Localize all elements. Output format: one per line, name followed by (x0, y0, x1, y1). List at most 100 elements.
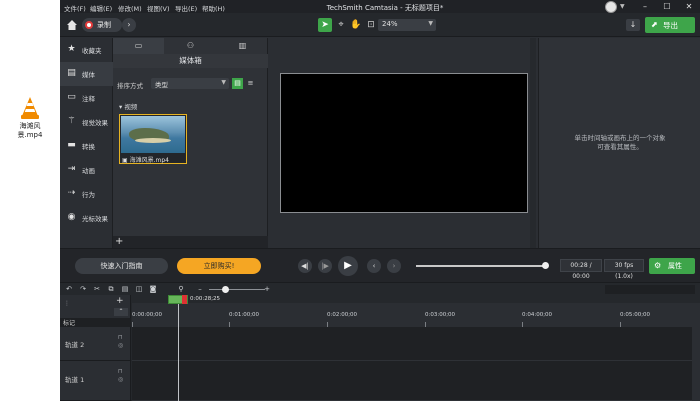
pan-hand-icon[interactable]: ✋ (349, 18, 363, 32)
sidebar-item-visual-effects[interactable]: ⚚ 视觉效果 (60, 110, 113, 134)
select-tool-icon[interactable]: ➤ (318, 18, 332, 32)
zoom-value: 24% (382, 20, 398, 28)
sidebar-item-annotations[interactable]: ▭ 注释 (60, 86, 113, 110)
sort-select[interactable]: 类型 ▼ (151, 78, 229, 89)
undo-icon[interactable]: ↶ (64, 284, 74, 295)
redo-icon[interactable]: ↷ (78, 284, 88, 295)
maximize-icon[interactable]: ☐ (656, 0, 678, 13)
track-lanes (132, 327, 700, 401)
zoom-in-icon[interactable]: + (262, 284, 272, 295)
playback-bar: 快速入门指南 立即购买! ◀| |▶ ▶ ‹ › 00:28 / 00:00 3… (60, 248, 700, 282)
play-icon[interactable]: ▶ (338, 256, 358, 276)
sidebar-item-label: 注释 (82, 95, 95, 103)
scrubber-handle[interactable] (542, 262, 549, 269)
playhead-out-marker[interactable] (182, 295, 187, 304)
playhead-time: 0:00:28;25 (190, 296, 221, 302)
tools-sidebar: ★ 收藏夹 ▤ 媒体 ▭ 注释 ⚚ 视觉效果 ▬ 转换 ⇥ 动画 ⇢ 行为 ◉ (60, 38, 113, 286)
playback-scrubber[interactable] (416, 262, 549, 269)
step-back-icon[interactable]: ◀| (298, 259, 312, 273)
collapse-chevron-icon[interactable]: ⌃ (114, 308, 128, 316)
sidebar-item-favorites[interactable]: ★ 收藏夹 (60, 38, 113, 62)
desktop-file-vlc[interactable]: 海滩风景.mp4 (12, 96, 48, 140)
search-icon[interactable]: ⚲ (176, 284, 186, 295)
download-arrow-icon[interactable]: ↓ (626, 19, 640, 31)
canvas-scrollbar[interactable] (530, 38, 536, 248)
visibility-icon[interactable]: ◎ (118, 377, 123, 383)
sidebar-item-animations[interactable]: ⇥ 动画 (60, 158, 113, 182)
list-view-icon[interactable]: ≡ (245, 78, 256, 89)
copy-icon[interactable]: ⧉ (106, 284, 116, 295)
video-file-icon: ▣ (122, 157, 128, 164)
menu-export[interactable]: 导出(E) (175, 3, 197, 13)
next-icon[interactable]: › (387, 259, 401, 273)
split-icon[interactable]: ◫ (134, 284, 144, 295)
marker-row[interactable]: 标记 (60, 318, 131, 327)
ruler-label: 0:01:00;00 (229, 312, 260, 318)
sidebar-item-behaviors[interactable]: ⇢ 行为 (60, 182, 113, 206)
preview-canvas[interactable] (280, 73, 528, 213)
record-options-chevron-icon[interactable]: › (122, 18, 136, 32)
properties-hint: 单击时间轴或画布上的一个对象 可查看其属性。 (539, 134, 700, 152)
thumbnail-view-icon[interactable]: ▤ (232, 78, 243, 89)
tab-stock[interactable]: ▥ (217, 38, 268, 54)
timeline-scroll-overview[interactable] (605, 285, 695, 294)
lock-icon[interactable]: ⊓ (118, 369, 123, 375)
crop-tool-icon[interactable]: ⊡ (364, 18, 378, 32)
zoom-select[interactable]: 24% ▼ (378, 19, 436, 31)
tab-library[interactable]: ⚇ (165, 38, 216, 54)
bin-tabs: ▭ ⚇ ▥ (113, 38, 268, 54)
record-button[interactable]: 录制 (82, 18, 122, 32)
menu-view[interactable]: 视图(V) (147, 3, 170, 13)
timeline-ruler[interactable]: 0:00:00;00 0:01:00;00 0:02:00;00 0:03:00… (132, 303, 700, 327)
cut-icon[interactable]: ✂ (92, 284, 102, 295)
window-title: TechSmith Camtasia - 无标题项目* (326, 4, 444, 12)
timeline-zoom-handle[interactable] (222, 286, 229, 293)
track-lane-1[interactable] (132, 361, 700, 401)
menu-modify[interactable]: 修改(M) (118, 3, 142, 13)
add-media-icon[interactable]: + (115, 236, 123, 248)
menu-file[interactable]: 文件(F) (64, 3, 86, 13)
ruler-label: 0:04:00;00 (522, 312, 553, 318)
resize-tool-icon[interactable]: ⌖ (334, 18, 348, 32)
quick-start-button[interactable]: 快速入门指南 (75, 258, 168, 274)
timeline-vertical-scrollbar[interactable] (692, 327, 700, 401)
sidebar-item-cursor-effects[interactable]: ◉ 光标效果 (60, 206, 113, 230)
user-avatar-icon[interactable] (605, 1, 617, 13)
buy-now-button[interactable]: 立即购买! (177, 258, 261, 274)
fps-select[interactable]: 30 fps (1.0x) (604, 259, 644, 280)
track-header-2[interactable]: 轨道 2 ⊓ ◎ (60, 327, 131, 361)
sidebar-item-label: 转换 (82, 143, 95, 151)
minimize-icon[interactable]: – (634, 0, 656, 13)
add-track-icon[interactable]: + (116, 296, 124, 306)
close-icon[interactable]: ✕ (678, 0, 700, 13)
playhead-line[interactable] (178, 303, 179, 401)
track-lane-2[interactable] (132, 327, 700, 361)
export-button[interactable]: ⬈ 导出 (645, 17, 695, 33)
home-icon[interactable] (66, 19, 78, 31)
sidebar-item-transitions[interactable]: ▬ 转换 (60, 134, 113, 158)
menu-bar: 文件(F) 编辑(E) 修改(M) 视图(V) 导出(E) 帮助(H) Tech… (60, 0, 700, 13)
tab-media-bin[interactable]: ▭ (113, 38, 164, 54)
track-options-icon[interactable]: ⋮ (64, 300, 70, 307)
sidebar-item-media[interactable]: ▤ 媒体 (60, 62, 113, 86)
timeline-zoom-slider[interactable] (209, 289, 265, 290)
visibility-icon[interactable]: ◎ (118, 343, 123, 349)
paste-icon[interactable]: ▤ (120, 284, 130, 295)
group-video[interactable]: ▾ 视频 (119, 101, 137, 111)
previous-icon[interactable]: ‹ (367, 259, 381, 273)
track-header-1[interactable]: 轨道 1 ⊓ ◎ (60, 361, 131, 401)
zoom-out-icon[interactable]: – (195, 284, 205, 295)
animation-icon: ⇥ (67, 164, 76, 174)
track-label: 轨道 2 (65, 341, 85, 349)
user-menu-chevron-icon[interactable]: ▼ (620, 3, 625, 10)
step-forward-icon[interactable]: |▶ (318, 259, 332, 273)
snapshot-icon[interactable]: ◙ (148, 284, 158, 295)
properties-hint-line2: 可查看其属性。 (597, 143, 643, 151)
record-dot-icon (85, 21, 93, 29)
menu-help[interactable]: 帮助(H) (202, 3, 225, 13)
media-thumbnail[interactable]: ▣ 海滩风景.mp4 (119, 114, 187, 164)
lock-icon[interactable]: ⊓ (118, 335, 123, 341)
sidebar-item-label: 媒体 (82, 71, 95, 79)
menu-edit[interactable]: 编辑(E) (90, 3, 112, 13)
properties-button[interactable]: ⚙ 属性 (649, 258, 695, 274)
